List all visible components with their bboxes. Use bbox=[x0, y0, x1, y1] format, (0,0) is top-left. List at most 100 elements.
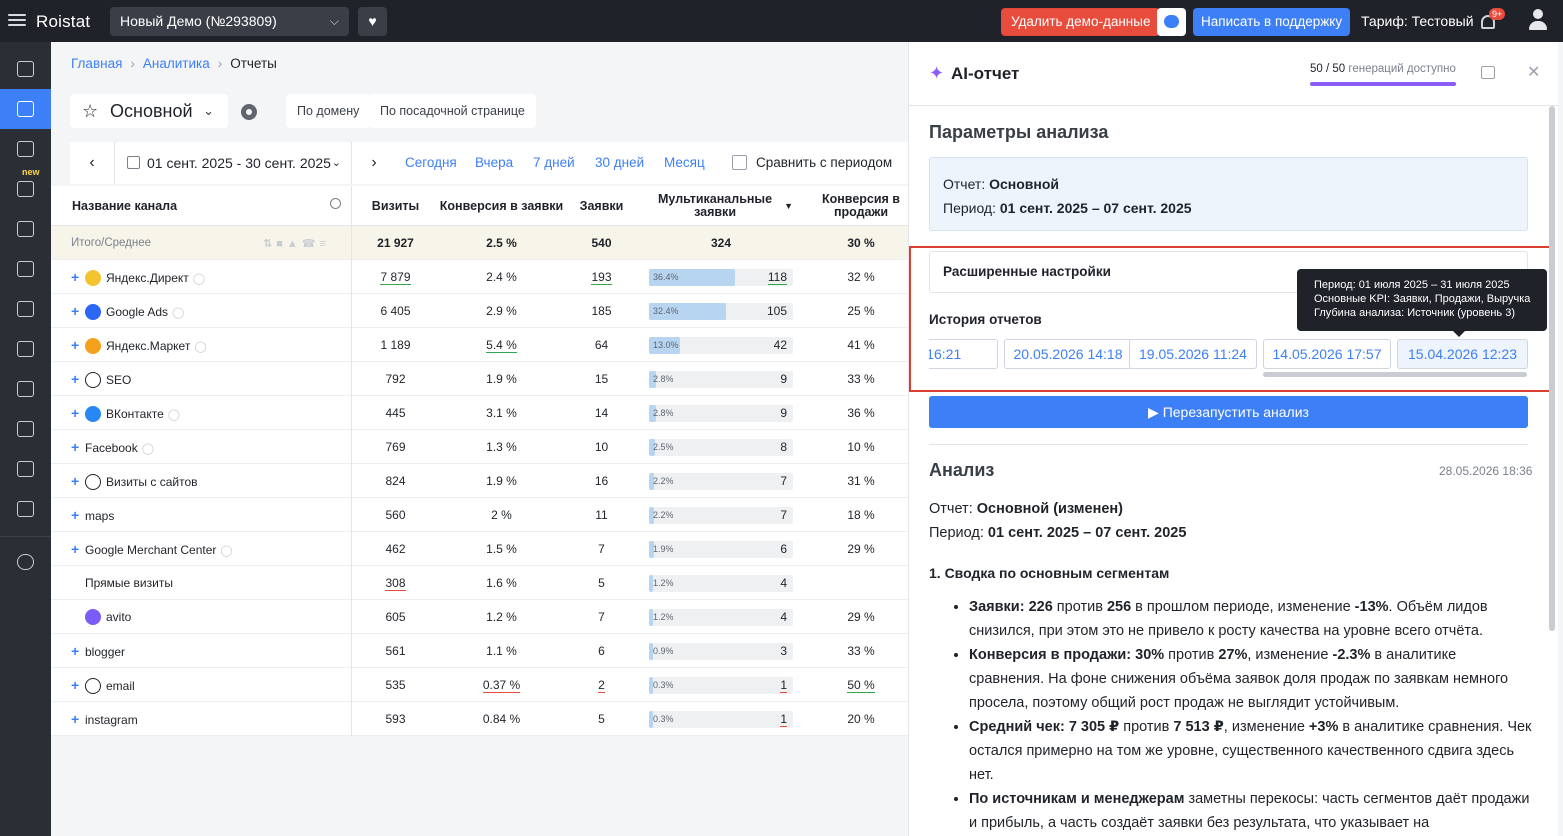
expand-button[interactable]: + bbox=[71, 430, 85, 464]
by-domain-button[interactable]: По домену bbox=[286, 94, 371, 128]
col-conv[interactable]: Конверсия в заявки bbox=[439, 186, 564, 226]
quick-month[interactable]: Месяц bbox=[664, 142, 705, 184]
col-channel[interactable]: Название канала bbox=[51, 186, 352, 226]
table-row[interactable]: + Google Ads ◯ 6 405 2.9 % 185 32.4% 105 25 % bbox=[51, 294, 908, 328]
compare-period-checkbox[interactable]: Сравнить с периодом bbox=[732, 155, 892, 171]
table-row[interactable]: + blogger 561 1.1 % 6 0.9% 3 33 % bbox=[51, 634, 908, 668]
history-item[interactable]: 19.05.2026 11:24 bbox=[1129, 339, 1257, 369]
tariff-label[interactable]: Тариф: Тестовый bbox=[1361, 13, 1474, 29]
search-icon[interactable] bbox=[330, 198, 341, 209]
delete-demo-button[interactable]: Удалить демо-данные bbox=[1001, 8, 1161, 36]
channel-name-cell[interactable]: + maps bbox=[51, 498, 352, 532]
table-row[interactable]: + SEO 792 1.9 % 15 2.8% 9 33 % bbox=[51, 362, 908, 396]
table-row[interactable]: + Facebook ◯ 769 1.3 % 10 2.5% 8 10 % bbox=[51, 430, 908, 464]
expand-button[interactable]: + bbox=[71, 532, 85, 566]
channel-name-cell[interactable]: + Facebook ◯ bbox=[51, 430, 352, 464]
expand-button[interactable]: + bbox=[71, 498, 85, 532]
history-scrollbar[interactable] bbox=[1263, 372, 1527, 377]
expand-button[interactable]: + bbox=[71, 668, 85, 702]
sidebar-item-orders[interactable] bbox=[0, 249, 51, 289]
col-sales-conv[interactable]: Конверсия в продажи bbox=[811, 186, 911, 226]
expand-button[interactable]: + bbox=[71, 294, 85, 328]
history-item[interactable]: 20.05.2026 14:18 bbox=[1004, 339, 1132, 369]
sidebar-item-stack[interactable] bbox=[0, 369, 51, 409]
chat-button[interactable] bbox=[1157, 8, 1186, 36]
col-multi[interactable]: Мультиканальные заявки ▼ bbox=[649, 186, 793, 226]
next-period-button[interactable]: › bbox=[352, 142, 396, 184]
expand-button[interactable]: + bbox=[71, 328, 85, 362]
channel-name-cell[interactable]: + Google Ads ◯ bbox=[51, 294, 352, 328]
sidebar-item-calendar[interactable] bbox=[0, 289, 51, 329]
expand-button[interactable]: + bbox=[71, 464, 85, 498]
channel-name: Прямые визиты bbox=[85, 576, 173, 590]
channel-name-cell[interactable]: + Яндекс.Директ ◯ bbox=[51, 260, 352, 294]
gear-icon[interactable] bbox=[241, 104, 257, 120]
sidebar-item-reports[interactable] bbox=[0, 409, 51, 449]
star-icon[interactable]: ☆ bbox=[82, 94, 98, 128]
date-range-picker[interactable]: 01 сент. 2025 - 30 сент. 2025 ⌄ bbox=[114, 142, 352, 184]
table-row[interactable]: + maps 560 2 % 11 2.2% 7 18 % bbox=[51, 498, 908, 532]
history-item[interactable]: 26 16:21 bbox=[929, 339, 998, 369]
megaphone-icon[interactable] bbox=[1481, 66, 1495, 79]
table-row[interactable]: avito 605 1.2 % 7 1.2% 4 29 % bbox=[51, 600, 908, 634]
channel-name-cell[interactable]: avito bbox=[51, 600, 352, 634]
heartbeat-button[interactable]: ♥ bbox=[358, 7, 387, 36]
channel-name-cell[interactable]: + Google Merchant Center ◯ bbox=[51, 532, 352, 566]
sidebar-item-ads[interactable] bbox=[0, 329, 51, 369]
col-leads[interactable]: Заявки bbox=[564, 186, 639, 226]
table-row[interactable]: Прямые визиты 308 1.6 % 5 1.2% 4 bbox=[51, 566, 908, 600]
close-icon[interactable]: ✕ bbox=[1527, 62, 1540, 82]
col-visits[interactable]: Визиты bbox=[352, 186, 439, 226]
sidebar-item-calls[interactable] bbox=[0, 209, 51, 249]
history-item[interactable]: 14.05.2026 17:57 bbox=[1263, 339, 1391, 369]
table-row[interactable]: + ВКонтакте ◯ 445 3.1 % 14 2.8% 9 36 % bbox=[51, 396, 908, 430]
channel-name-cell[interactable]: Прямые визиты bbox=[51, 566, 352, 600]
quick-yesterday[interactable]: Вчера bbox=[475, 142, 513, 184]
table-row[interactable]: + Google Merchant Center ◯ 462 1.5 % 7 1.9% 6 29… bbox=[51, 532, 908, 566]
expand-button[interactable]: + bbox=[71, 634, 85, 668]
sidebar-item-analytics[interactable] bbox=[0, 89, 51, 129]
panel-scrollbar[interactable] bbox=[1549, 106, 1555, 631]
history-item[interactable]: 15.04.2026 12:23 bbox=[1397, 339, 1528, 369]
table-row[interactable]: + Яндекс.Директ ◯ 7 879 2.4 % 193 36.4% 118 32 % bbox=[51, 260, 908, 294]
channel-name-cell[interactable]: + instagram bbox=[51, 702, 352, 736]
sidebar-item-info[interactable] bbox=[0, 542, 51, 582]
sidebar-item-list[interactable] bbox=[0, 489, 51, 529]
table-row[interactable]: + email 535 0.37 % 2 0.3% 1 50 % bbox=[51, 668, 908, 702]
conv-cell: 1.2 % bbox=[486, 610, 517, 624]
breadcrumb-analytics[interactable]: Аналитика bbox=[143, 56, 210, 71]
user-icon[interactable] bbox=[1528, 9, 1548, 31]
quick-30days[interactable]: 30 дней bbox=[595, 142, 644, 184]
channel-name-cell[interactable]: + blogger bbox=[51, 634, 352, 668]
table-row[interactable]: + Яндекс.Маркет ◯ 1 189 5.4 % 64 13.0% 42 41 % bbox=[51, 328, 908, 362]
channel-name-cell[interactable]: + email bbox=[51, 668, 352, 702]
quick-7days[interactable]: 7 дней bbox=[533, 142, 575, 184]
by-landing-button[interactable]: По посадочной странице bbox=[369, 94, 536, 128]
quick-today[interactable]: Сегодня bbox=[405, 142, 457, 184]
expand-button[interactable]: + bbox=[71, 260, 85, 294]
logo[interactable]: Roistat bbox=[36, 12, 90, 32]
breadcrumb-home[interactable]: Главная bbox=[71, 56, 122, 71]
sidebar-item-structure[interactable] bbox=[0, 129, 51, 169]
prev-period-button[interactable]: ‹ bbox=[70, 142, 114, 184]
channel-name-cell[interactable]: + Яндекс.Маркет ◯ bbox=[51, 328, 352, 362]
project-selector[interactable]: Новый Демо (№293809) ⌵ bbox=[110, 7, 349, 36]
expand-button[interactable]: + bbox=[71, 396, 85, 430]
table-row[interactable]: + instagram 593 0.84 % 5 0.3% 1 20 % bbox=[51, 702, 908, 736]
channel-name-cell[interactable]: + SEO bbox=[51, 362, 352, 396]
channel-name-cell[interactable]: + Визиты с сайтов bbox=[51, 464, 352, 498]
table-row[interactable]: + Визиты с сайтов 824 1.9 % 16 2.2% 7 31 % bbox=[51, 464, 908, 498]
channel-name-cell[interactable]: + ВКонтакте ◯ bbox=[51, 396, 352, 430]
sidebar-item-dashboard[interactable] bbox=[0, 49, 51, 89]
expand-button[interactable]: + bbox=[71, 702, 85, 736]
checkbox[interactable] bbox=[732, 155, 747, 170]
support-button[interactable]: Написать в поддержку bbox=[1193, 8, 1351, 36]
rerun-analysis-button[interactable]: ▶ Перезапустить анализ bbox=[929, 396, 1528, 428]
expand-button[interactable]: + bbox=[71, 362, 85, 396]
notifications-button[interactable]: 9+ bbox=[1479, 8, 1506, 32]
row-tools-icon[interactable]: ⇅■▲☎≡ bbox=[263, 237, 330, 250]
report-selector[interactable]: ☆ Основной ⌄ bbox=[70, 94, 228, 128]
menu-icon[interactable] bbox=[8, 11, 26, 29]
sidebar-item-funnel[interactable]: new bbox=[0, 167, 51, 209]
sidebar-item-team[interactable] bbox=[0, 449, 51, 489]
